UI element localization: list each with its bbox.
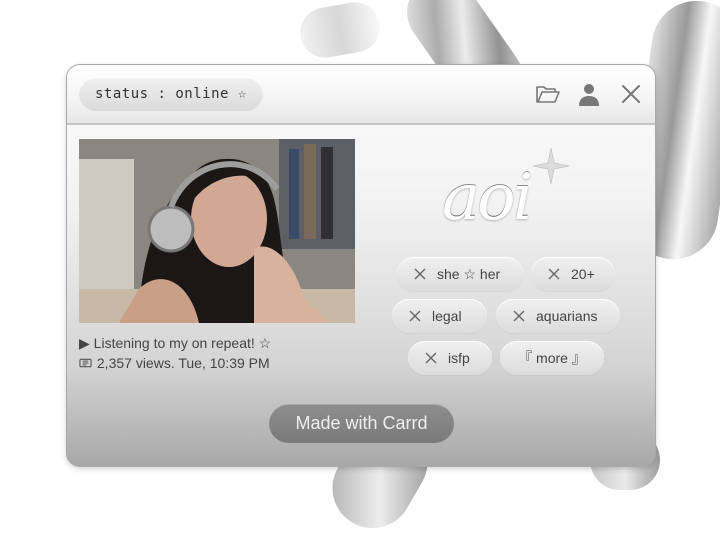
more-button[interactable]: 『 more 』 bbox=[500, 341, 604, 375]
x-icon[interactable] bbox=[512, 309, 526, 323]
listening-text: Listening to my on repeat! ☆ bbox=[93, 335, 272, 351]
tag-label: aquarians bbox=[536, 308, 598, 324]
sparkle-icon bbox=[531, 146, 571, 186]
user-icon[interactable] bbox=[576, 81, 602, 107]
close-icon[interactable] bbox=[618, 81, 644, 107]
profile-window: status : online ☆ ▶ Listening to my on r… bbox=[66, 64, 656, 467]
play-icon: ▶ bbox=[79, 335, 90, 351]
x-icon[interactable] bbox=[547, 267, 561, 281]
tag-pronouns[interactable]: she ☆ her bbox=[397, 257, 523, 291]
tag-label: 20+ bbox=[571, 266, 595, 282]
x-icon[interactable] bbox=[408, 309, 422, 323]
listening-caption: ▶ Listening to my on repeat! ☆ bbox=[79, 335, 271, 352]
tag-zodiac[interactable]: aquarians bbox=[496, 299, 620, 333]
views-icon bbox=[79, 358, 93, 371]
tag-age[interactable]: 20+ bbox=[531, 257, 615, 291]
tag-legal[interactable]: legal bbox=[392, 299, 487, 333]
more-label: 『 more 』 bbox=[518, 350, 586, 366]
tag-mbti[interactable]: isfp bbox=[408, 341, 492, 375]
chrome-ribbon-decoration bbox=[296, 0, 384, 62]
x-icon[interactable] bbox=[424, 351, 438, 365]
x-icon[interactable] bbox=[413, 267, 427, 281]
profile-photo bbox=[79, 139, 355, 323]
window-titlebar: status : online ☆ bbox=[67, 65, 655, 125]
views-caption: 2,357 views. Tue, 10:39 PM bbox=[79, 355, 270, 371]
tag-label: legal bbox=[432, 308, 462, 324]
tag-label: she ☆ her bbox=[437, 265, 501, 282]
made-with-carrd-button[interactable]: Made with Carrd bbox=[269, 404, 454, 443]
folder-open-icon[interactable] bbox=[535, 81, 561, 107]
tag-label: isfp bbox=[448, 350, 470, 366]
views-text: 2,357 views. Tue, 10:39 PM bbox=[96, 355, 270, 371]
status-badge: status : online ☆ bbox=[79, 77, 263, 111]
